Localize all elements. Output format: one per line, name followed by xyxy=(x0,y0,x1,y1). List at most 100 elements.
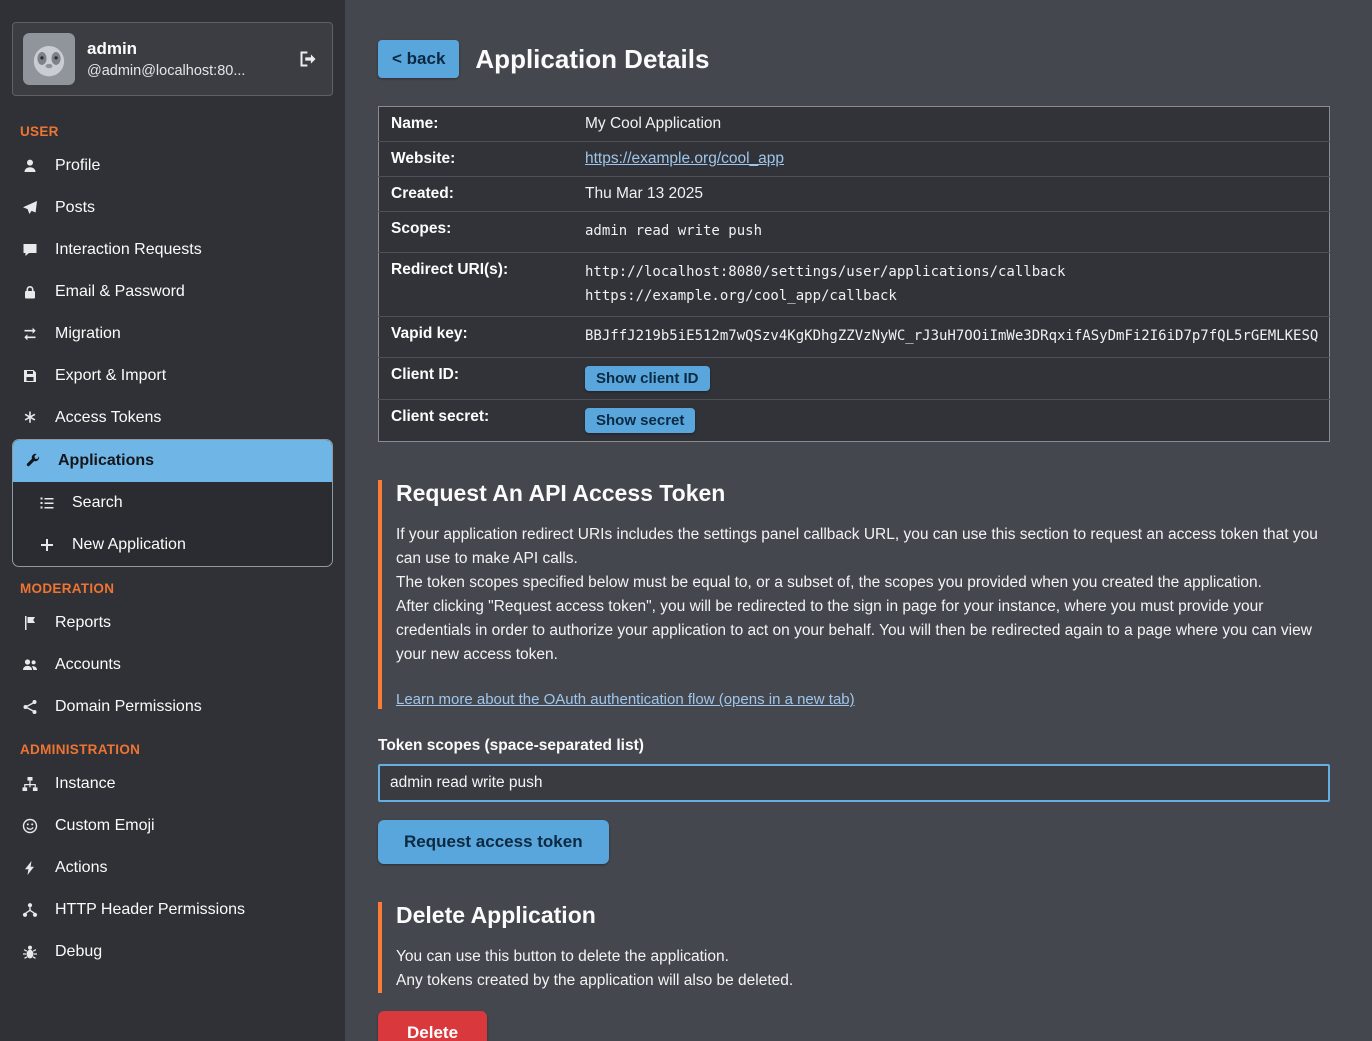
row-label: Client ID: xyxy=(379,358,580,400)
sidebar-item-label: Custom Emoji xyxy=(55,817,155,835)
redirect-uri: http://localhost:8080/settings/user/appl… xyxy=(585,261,1323,285)
row-label: Name: xyxy=(379,107,580,142)
delete-section-text: Delete Application You can use this butt… xyxy=(378,902,1330,993)
token-section: Request An API Access Token If your appl… xyxy=(378,480,1330,864)
applications-submenu: Search New Application xyxy=(13,482,332,566)
token-section-text: Request An API Access Token If your appl… xyxy=(378,480,1330,709)
show-client-id-button[interactable]: Show client ID xyxy=(585,366,710,391)
token-section-paragraph: If your application redirect URIs includ… xyxy=(396,523,1330,571)
sidebar-item-reports[interactable]: Reports xyxy=(10,602,335,644)
sign-out-icon[interactable] xyxy=(294,47,322,71)
sidebar-item-export-import[interactable]: Export & Import xyxy=(10,355,335,397)
sidebar-item-instance[interactable]: Instance xyxy=(10,763,335,805)
page-header: < back Application Details xyxy=(378,40,1330,78)
list-icon xyxy=(37,495,57,511)
sidebar-item-label: Migration xyxy=(55,325,121,343)
sidebar-item-label: Profile xyxy=(55,157,100,175)
table-row-name: Name: My Cool Application xyxy=(379,107,1330,142)
row-label: Website: xyxy=(379,142,580,177)
redirect-uris-value: http://localhost:8080/settings/user/appl… xyxy=(579,252,1330,317)
floppy-icon xyxy=(20,368,40,384)
plus-icon xyxy=(37,537,57,553)
sidebar-item-domain-permissions[interactable]: Domain Permissions xyxy=(10,686,335,728)
row-label: Redirect URI(s): xyxy=(379,252,580,317)
flag-icon xyxy=(20,615,40,631)
sidebar-item-label: Applications xyxy=(58,452,154,470)
bug-icon xyxy=(20,944,40,960)
sidebar-item-access-tokens[interactable]: Access Tokens xyxy=(10,397,335,439)
token-scopes-label: Token scopes (space-separated list) xyxy=(378,737,1330,755)
scopes-value: admin read write push xyxy=(579,212,1330,253)
sidebar-group-applications: Applications Search New Application xyxy=(12,439,333,567)
sidebar-item-http-header-permissions[interactable]: HTTP Header Permissions xyxy=(10,889,335,931)
sidebar-item-debug[interactable]: Debug xyxy=(10,931,335,973)
back-button[interactable]: < back xyxy=(378,40,459,78)
redirect-uri: https://example.org/cool_app/callback xyxy=(585,285,1323,309)
sidebar-nav: USER Profile Posts Interaction Requests … xyxy=(10,110,335,973)
user-name: admin xyxy=(87,39,282,59)
sidebar-item-new-application[interactable]: New Application xyxy=(13,524,332,566)
sidebar-item-applications-search[interactable]: Search xyxy=(13,482,332,524)
sidebar-item-posts[interactable]: Posts xyxy=(10,187,335,229)
row-label: Vapid key: xyxy=(379,317,580,358)
delete-section-title: Delete Application xyxy=(396,902,1330,929)
sidebar-item-applications[interactable]: Applications xyxy=(13,440,332,482)
sidebar-item-label: Access Tokens xyxy=(55,409,161,427)
created-value: Thu Mar 13 2025 xyxy=(579,177,1330,212)
website-link[interactable]: https://example.org/cool_app xyxy=(585,150,784,167)
sidebar-item-accounts[interactable]: Accounts xyxy=(10,644,335,686)
table-row-client-secret: Client secret: Show secret xyxy=(379,400,1330,442)
users-icon xyxy=(20,657,40,673)
delete-section: Delete Application You can use this butt… xyxy=(378,902,1330,1041)
show-secret-button[interactable]: Show secret xyxy=(585,408,695,433)
token-section-paragraph: After clicking "Request access token", y… xyxy=(396,595,1330,667)
table-row-scopes: Scopes: admin read write push xyxy=(379,212,1330,253)
section-label-user: USER xyxy=(10,110,335,145)
sidebar-item-custom-emoji[interactable]: Custom Emoji xyxy=(10,805,335,847)
token-scopes-input[interactable] xyxy=(378,764,1330,802)
sidebar-item-profile[interactable]: Profile xyxy=(10,145,335,187)
section-label-administration: ADMINISTRATION xyxy=(10,728,335,763)
token-section-title: Request An API Access Token xyxy=(396,480,1330,507)
delete-section-line: You can use this button to delete the ap… xyxy=(396,945,1330,969)
delete-section-line: Any tokens created by the application wi… xyxy=(396,969,1330,993)
user-handle: @admin@localhost:80... xyxy=(87,63,282,79)
oauth-docs-link[interactable]: Learn more about the OAuth authenticatio… xyxy=(396,691,855,708)
section-label-moderation: MODERATION xyxy=(10,567,335,602)
table-row-client-id: Client ID: Show client ID xyxy=(379,358,1330,400)
token-section-paragraph: The token scopes specified below must be… xyxy=(396,571,1330,595)
sidebar-item-label: Posts xyxy=(55,199,95,217)
token-scopes-field: Token scopes (space-separated list) xyxy=(378,737,1330,802)
tools-icon xyxy=(23,453,43,469)
delete-button[interactable]: Delete xyxy=(378,1011,487,1041)
table-row-website: Website: https://example.org/cool_app xyxy=(379,142,1330,177)
exchange-icon xyxy=(20,326,40,342)
sidebar-item-label: Instance xyxy=(55,775,115,793)
user-meta: admin @admin@localhost:80... xyxy=(87,39,282,79)
page-title: Application Details xyxy=(475,44,709,75)
sidebar-item-email-password[interactable]: Email & Password xyxy=(10,271,335,313)
sidebar-item-label: HTTP Header Permissions xyxy=(55,901,245,919)
sidebar-item-actions[interactable]: Actions xyxy=(10,847,335,889)
sidebar-item-label: Email & Password xyxy=(55,283,185,301)
table-row-vapid-key: Vapid key: BBJffJ219b5iE512m7wQSzv4KgKDh… xyxy=(379,317,1330,358)
network-icon xyxy=(20,902,40,918)
row-label: Client secret: xyxy=(379,400,580,442)
lock-icon xyxy=(20,284,40,300)
sitemap-icon xyxy=(20,776,40,792)
avatar xyxy=(23,33,75,85)
request-access-token-button[interactable]: Request access token xyxy=(378,820,609,864)
sidebar-item-label: Debug xyxy=(55,943,102,961)
row-label: Created: xyxy=(379,177,580,212)
sidebar-item-label: Domain Permissions xyxy=(55,698,202,716)
sidebar-item-label: Interaction Requests xyxy=(55,241,202,259)
sidebar-item-label: Reports xyxy=(55,614,111,632)
sidebar-item-migration[interactable]: Migration xyxy=(10,313,335,355)
application-details-table: Name: My Cool Application Website: https… xyxy=(378,106,1330,442)
sidebar-item-interaction-requests[interactable]: Interaction Requests xyxy=(10,229,335,271)
user-card[interactable]: admin @admin@localhost:80... xyxy=(12,22,333,96)
comment-icon xyxy=(20,242,40,258)
table-row-redirect-uris: Redirect URI(s): http://localhost:8080/s… xyxy=(379,252,1330,317)
main-content: < back Application Details Name: My Cool… xyxy=(345,0,1372,1041)
sidebar: admin @admin@localhost:80... USER Profil… xyxy=(0,0,345,1041)
